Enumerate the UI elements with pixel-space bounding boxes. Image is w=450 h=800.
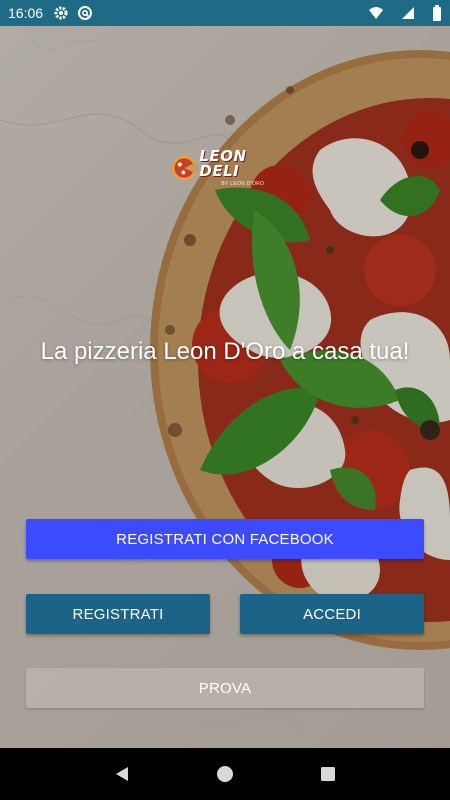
logo-name: LEON DELI — [199, 147, 247, 180]
at-sign-icon — [77, 5, 93, 21]
background-overlay — [0, 0, 450, 748]
facebook-register-button[interactable]: REGISTRATI CON FACEBOOK — [26, 519, 424, 559]
battery-icon — [432, 5, 442, 21]
tagline: La pizzeria Leon D'Oro a casa tua! — [40, 338, 410, 365]
pizza-logo-icon — [171, 155, 198, 181]
wifi-icon — [368, 5, 384, 21]
status-time: 16:06 — [8, 5, 44, 21]
gear-icon — [53, 5, 69, 21]
app-screen: 16:06 LEON DELI BY LEON D'ORO La pizzeri… — [0, 0, 450, 800]
logo-subtitle: BY LEON D'ORO — [221, 181, 265, 187]
app-logo: LEON DELI BY LEON D'ORO — [171, 148, 281, 188]
system-nav-bar — [0, 748, 450, 800]
home-icon[interactable] — [213, 762, 237, 786]
register-button[interactable]: REGISTRATI — [26, 594, 210, 634]
try-button[interactable]: PROVA — [26, 668, 424, 708]
back-icon[interactable] — [110, 762, 134, 786]
signal-icon — [400, 5, 416, 21]
recents-icon[interactable] — [316, 762, 340, 786]
status-bar: 16:06 — [0, 0, 450, 26]
login-button[interactable]: ACCEDI — [240, 594, 424, 634]
